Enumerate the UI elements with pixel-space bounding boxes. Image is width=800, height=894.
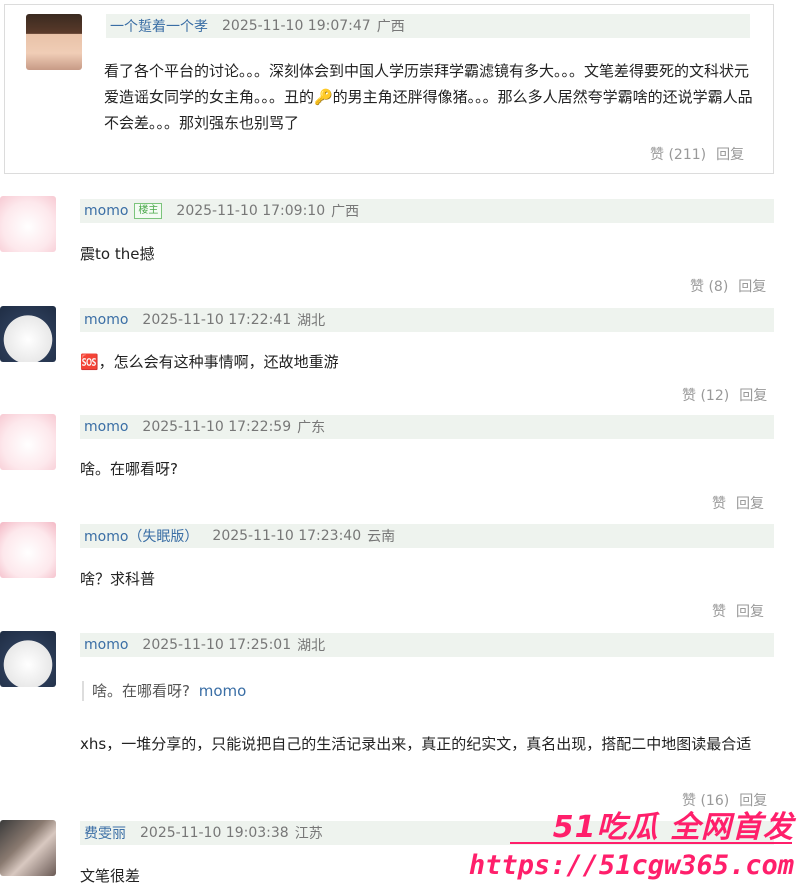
watermark-divider (510, 842, 792, 844)
comment-text: 文笔很差 (80, 867, 141, 885)
comment-meta: momo 2025-11-10 17:22:59 广东 (80, 415, 774, 439)
author-link[interactable]: momo (84, 312, 128, 328)
site-watermark: 51吃瓜 全网首发 https://51cgw365.com (469, 794, 800, 894)
avatar[interactable] (0, 306, 56, 362)
comment-date: 2025-11-10 19:03:38 (140, 825, 289, 841)
avatar[interactable] (0, 196, 56, 252)
comment-actions: 赞 (12) 回复 (682, 385, 767, 405)
comment-actions: 赞 回复 (712, 601, 764, 621)
like-button[interactable]: 赞 (12) (682, 385, 729, 405)
avatar[interactable] (0, 522, 56, 578)
reply-button[interactable]: 回复 (716, 144, 744, 164)
comment-meta: momo（失眠版） 2025-11-10 17:23:40 云南 (80, 524, 774, 548)
author-link[interactable]: 费雯丽 (84, 823, 126, 843)
comment-location: 云南 (367, 529, 396, 545)
like-button[interactable]: 赞 (712, 493, 726, 513)
like-button[interactable]: 赞 (8) (690, 276, 728, 296)
comment-location: 湖北 (297, 638, 326, 654)
comment-date: 2025-11-10 17:09:10 (176, 203, 326, 219)
comment-meta: 一个踅着一个孝 2025-11-10 19:07:47 广西 (106, 14, 750, 38)
watermark-url: https://51cgw365.com (468, 850, 794, 881)
comment-location: 江苏 (294, 826, 323, 842)
op-badge: 楼主 (134, 203, 163, 219)
avatar[interactable] (0, 820, 56, 876)
comment-location: 广西 (376, 19, 405, 35)
comment-text: 看了各个平台的讨论。。。深刻体会到中国人学历崇拜学霸滤镜有多大。。。文笔差得要死… (104, 62, 753, 132)
reply-button[interactable]: 回复 (738, 276, 766, 296)
comment-meta: momo 2025-11-10 17:25:01 湖北 (80, 633, 774, 657)
comment-text: 震to the撼 (80, 245, 155, 263)
comment-location: 广东 (297, 420, 326, 436)
avatar[interactable] (0, 414, 56, 470)
comment-meta: momo 楼主 2025-11-10 17:09:10 广西 (80, 199, 774, 223)
like-button[interactable]: 赞 (211) (650, 144, 706, 164)
comment-date: 2025-11-10 17:23:40 (212, 528, 362, 544)
comment-actions: 赞 (211) 回复 (650, 144, 744, 164)
author-link[interactable]: momo (84, 637, 128, 653)
comment-date: 2025-11-10 19:07:47 (222, 18, 371, 34)
comment-text: 啥？求科普 (80, 570, 156, 588)
author-link[interactable]: 一个踅着一个孝 (110, 16, 208, 36)
comment-date: 2025-11-10 17:25:01 (142, 637, 292, 653)
reply-button[interactable]: 回复 (736, 493, 764, 513)
comment-date: 2025-11-10 17:22:41 (142, 312, 292, 328)
author-link[interactable]: momo (84, 419, 128, 435)
quote-text: 啥。在哪看呀? (92, 682, 190, 700)
comment-date: 2025-11-10 17:22:59 (142, 419, 292, 435)
comment-text: xhs，一堆分享的，只能说把自己的生活记录出来，真正的纪实文，真名出现，搭配二中… (80, 735, 752, 753)
quoted-reply: 啥。在哪看呀? momo (82, 681, 246, 701)
avatar[interactable] (26, 14, 82, 70)
reply-button[interactable]: 回复 (736, 601, 764, 621)
comment-location: 湖北 (297, 313, 326, 329)
comment-location: 广西 (331, 204, 360, 220)
avatar[interactable] (0, 631, 56, 687)
comment-meta: momo 2025-11-10 17:22:41 湖北 (80, 308, 774, 332)
watermark-title: 51吃瓜 全网首发 (552, 810, 794, 845)
comment-text: 🆘，怎么会有这种事情啊，还故地重游 (80, 353, 339, 371)
comment-actions: 赞 回复 (712, 493, 764, 513)
author-link[interactable]: momo（失眠版） (84, 526, 198, 546)
quote-author-link[interactable]: momo (199, 682, 247, 700)
comment-actions: 赞 (8) 回复 (690, 276, 766, 296)
author-link[interactable]: momo (84, 203, 128, 219)
like-button[interactable]: 赞 (712, 601, 726, 621)
comment-text: 啥。在哪看呀? (80, 460, 178, 478)
reply-button[interactable]: 回复 (739, 385, 767, 405)
